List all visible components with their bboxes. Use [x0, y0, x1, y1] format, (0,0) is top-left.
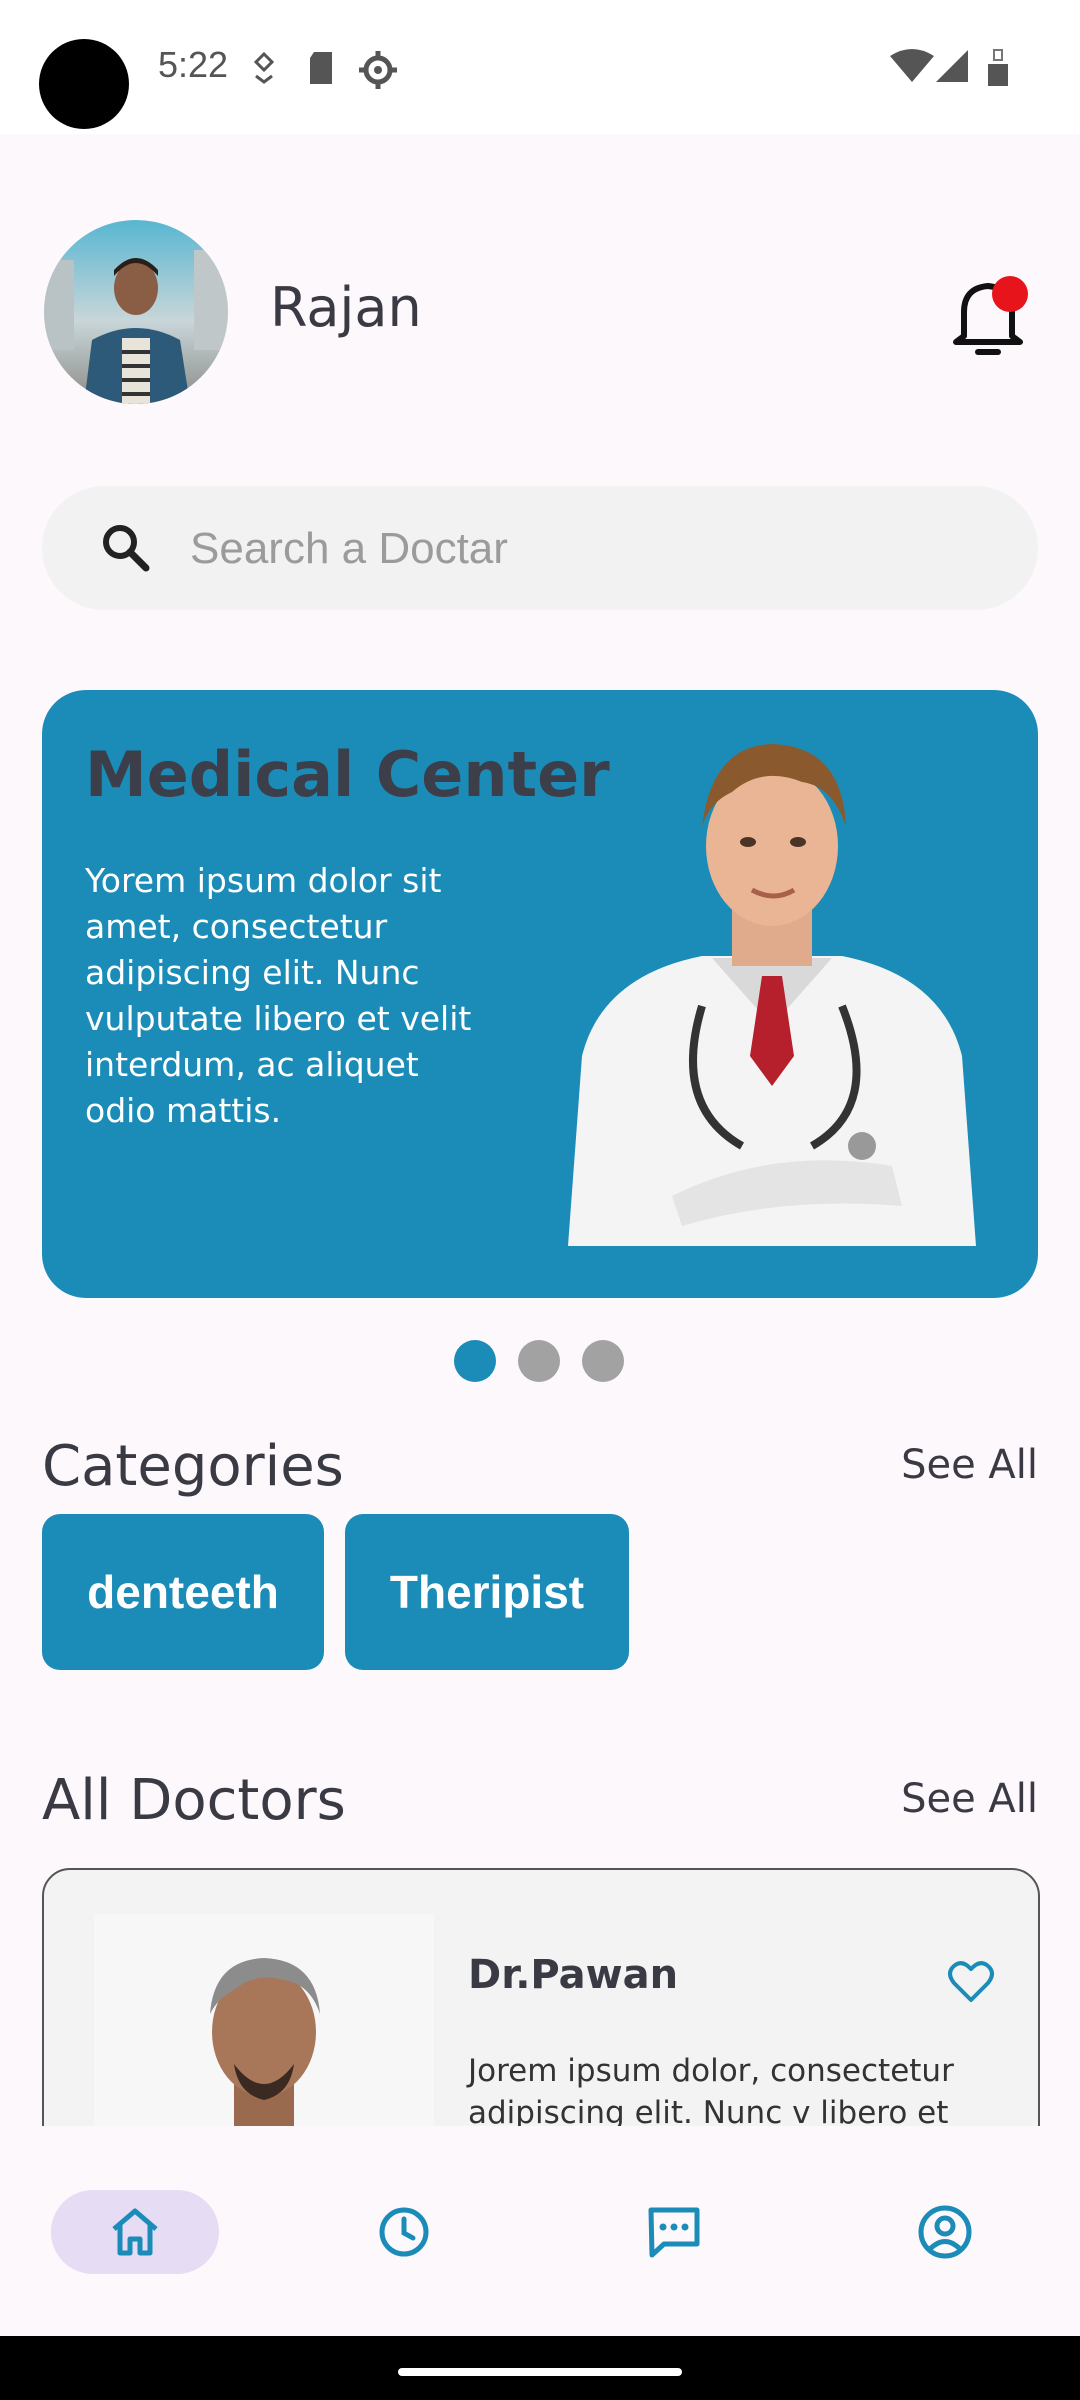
- wifi-icon: [890, 49, 934, 82]
- bottom-navigation: [0, 2126, 1080, 2336]
- all-doctors-title: All Doctors: [42, 1768, 346, 1833]
- nav-history[interactable]: [320, 2190, 488, 2274]
- category-chip-denteeth[interactable]: denteeth: [42, 1514, 324, 1670]
- location-icon: [253, 51, 275, 84]
- battery-icon: [988, 49, 1008, 86]
- doctor-illustration: [568, 744, 976, 1246]
- sd-card-icon: [310, 52, 332, 84]
- search-input[interactable]: [188, 486, 1012, 612]
- chat-icon: [648, 2207, 700, 2258]
- search-bar[interactable]: [42, 486, 1038, 612]
- gesture-bar: [0, 2336, 1080, 2400]
- settings-icon: [359, 51, 397, 89]
- history-clock-icon: [379, 2207, 429, 2257]
- banner-text: Yorem ipsum dolor sit amet, consectetur …: [85, 861, 472, 1130]
- promo-banner[interactable]: Medical Center Yorem ipsum dolor sit ame…: [42, 690, 1038, 1298]
- status-bar: 5:22: [0, 0, 1080, 134]
- doctors-see-all-link[interactable]: See All: [901, 1776, 1038, 1822]
- home-icon: [112, 2208, 158, 2256]
- notification-badge: [992, 276, 1028, 312]
- doctor-description: Jorem ipsum dolor, consectetur adipiscin…: [468, 2053, 954, 2131]
- category-chip-theripist[interactable]: Theripist: [345, 1514, 629, 1670]
- categories-title: Categories: [42, 1434, 344, 1499]
- nav-chat[interactable]: [590, 2190, 758, 2274]
- pager-dot[interactable]: [582, 1340, 624, 1382]
- search-icon: [103, 525, 150, 572]
- categories-see-all-link[interactable]: See All: [901, 1442, 1038, 1488]
- user-photo: [44, 250, 228, 404]
- front-camera-cutout: [39, 39, 129, 129]
- banner-title: Medical Center: [85, 738, 610, 811]
- nav-home[interactable]: [51, 2190, 219, 2274]
- home-gesture-handle[interactable]: [398, 2368, 682, 2376]
- avatar[interactable]: [44, 220, 228, 404]
- pager-dot-active[interactable]: [454, 1340, 496, 1382]
- profile-icon: [918, 2205, 972, 2259]
- favorite-heart-icon[interactable]: [948, 1960, 994, 2004]
- status-time: 5:22: [158, 44, 229, 85]
- doctor-name: Dr.Pawan: [468, 1952, 679, 1998]
- cell-signal-icon: [936, 50, 968, 82]
- banner-pager: [454, 1340, 628, 1384]
- pager-dot[interactable]: [518, 1340, 560, 1382]
- notification-bell-icon[interactable]: [952, 272, 1032, 358]
- user-name: Rajan: [270, 276, 422, 339]
- nav-profile[interactable]: [861, 2190, 1029, 2274]
